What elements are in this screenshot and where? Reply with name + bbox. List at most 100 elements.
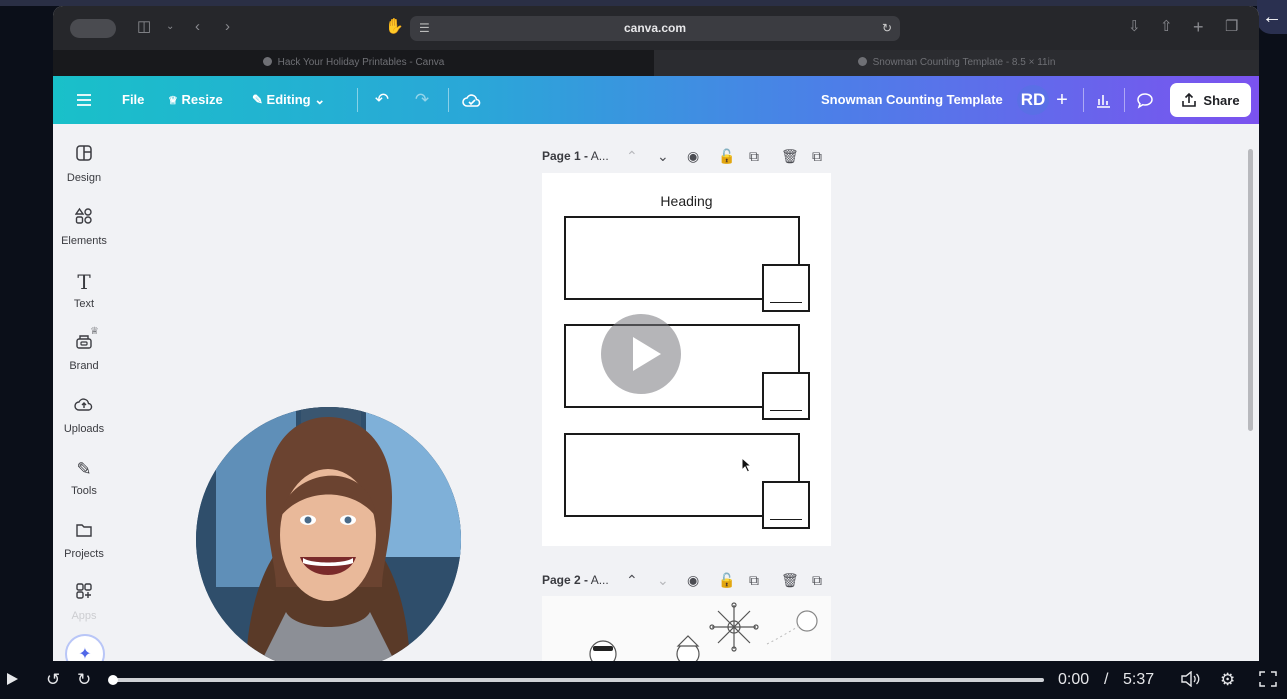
- new-tab-icon[interactable]: +: [1193, 17, 1204, 37]
- sidebar-item-text[interactable]: T Text: [53, 270, 115, 310]
- sidebar-item-label: Projects: [64, 548, 104, 560]
- design-icon: [53, 144, 115, 168]
- sidebar-item-design[interactable]: Design: [53, 144, 115, 184]
- pencil-icon: ✎: [252, 92, 263, 107]
- rewind-icon[interactable]: ↺: [46, 661, 60, 699]
- page-1-canvas[interactable]: Heading: [542, 173, 831, 546]
- sidebar-item-label: Text: [73, 298, 95, 310]
- divider: [1083, 88, 1084, 112]
- share-label: Share: [1203, 92, 1240, 108]
- answer-box[interactable]: [762, 481, 810, 529]
- hide-page-icon[interactable]: ◉: [687, 569, 699, 591]
- address-bar[interactable]: ☰ canva.com ↻: [410, 16, 900, 41]
- heading-text[interactable]: Heading: [542, 193, 831, 209]
- menu-icon[interactable]: [70, 86, 98, 114]
- volume-icon[interactable]: [1180, 661, 1200, 699]
- reload-icon[interactable]: ↻: [882, 16, 892, 41]
- editor-toolbar: File ♕ Resize ✎ Editing ⌄ ↶ ↷ Snowman Co…: [53, 76, 1259, 124]
- design-title[interactable]: Snowman Counting Template: [821, 76, 1003, 124]
- back-icon[interactable]: ‹: [195, 17, 200, 37]
- forward-icon[interactable]: ›: [225, 17, 230, 37]
- download-icon[interactable]: ⇩: [1128, 17, 1141, 37]
- add-page-icon[interactable]: ⧉: [812, 569, 822, 591]
- settings-icon[interactable]: ⚙: [1220, 661, 1235, 699]
- chevron-down-icon[interactable]: ⌄: [166, 17, 174, 37]
- fullscreen-icon[interactable]: [1259, 661, 1277, 699]
- window-controls[interactable]: [70, 19, 116, 38]
- page-title[interactable]: A...: [591, 573, 609, 587]
- fast-forward-icon[interactable]: ↻: [77, 661, 91, 699]
- delete-icon[interactable]: 🗑: [781, 569, 799, 591]
- apps-icon: [53, 582, 115, 606]
- snowman-illustrations: [589, 602, 818, 661]
- undo-icon[interactable]: ↶: [368, 86, 396, 114]
- duplicate-icon[interactable]: ⧉: [749, 569, 759, 591]
- page-2-header: Page 2 - A... ⌃ ⌄ ◉ 🔓 ⧉ 🗑 ⧉: [542, 569, 832, 591]
- page-label[interactable]: Page 2 -: [542, 573, 588, 587]
- sidebar-item-label: Design: [66, 172, 102, 184]
- delete-icon[interactable]: 🗑: [781, 145, 799, 167]
- text-icon: T: [77, 270, 91, 294]
- play-icon[interactable]: [4, 661, 20, 699]
- play-overlay-icon[interactable]: [601, 314, 681, 394]
- answer-box[interactable]: [762, 264, 810, 312]
- insights-icon[interactable]: [1089, 86, 1117, 114]
- resize-button[interactable]: ♕ Resize: [168, 76, 223, 124]
- extension-icon[interactable]: ✋: [385, 17, 404, 37]
- seek-bar[interactable]: [113, 678, 1044, 682]
- cloud-saved-icon[interactable]: [458, 86, 486, 114]
- back-arrow-icon[interactable]: ←: [1257, 0, 1287, 34]
- redo-icon[interactable]: ↷: [408, 86, 436, 114]
- move-up-icon[interactable]: ⌃: [626, 145, 638, 167]
- divider: [1124, 88, 1125, 112]
- answer-line: [770, 302, 802, 303]
- browser-tab-active[interactable]: Snowman Counting Template - 8.5 × 11in: [654, 50, 1259, 76]
- move-down-icon[interactable]: ⌄: [657, 569, 669, 591]
- tab-strip: Hack Your Holiday Printables - Canva Sno…: [53, 50, 1259, 76]
- time-separator: /: [1104, 671, 1109, 688]
- tools-icon: ✎: [76, 459, 92, 479]
- crown-icon: ♕: [168, 95, 178, 107]
- canvas-scrollbar[interactable]: [1248, 149, 1253, 431]
- add-page-icon[interactable]: ⧉: [812, 145, 822, 167]
- sidebar-item-label: Uploads: [63, 423, 105, 435]
- share-button[interactable]: Share: [1170, 83, 1251, 117]
- comment-icon[interactable]: [1131, 86, 1159, 114]
- sidebar-item-uploads[interactable]: Uploads: [53, 395, 115, 435]
- uploads-icon: [53, 395, 115, 419]
- sidebar-item-projects[interactable]: Projects: [53, 520, 115, 560]
- avatar[interactable]: RD: [1017, 85, 1049, 115]
- browser-tab[interactable]: Hack Your Holiday Printables - Canva: [53, 50, 654, 76]
- side-panel: Design Elements T Text ♕ Brand Uploads ✎…: [53, 124, 115, 661]
- page-title[interactable]: A...: [591, 149, 609, 163]
- reader-icon[interactable]: ☰: [419, 16, 430, 41]
- hide-page-icon[interactable]: ◉: [687, 145, 699, 167]
- sidebar-item-tools[interactable]: ✎ Tools: [53, 457, 115, 497]
- page-label[interactable]: Page 1 -: [542, 149, 588, 163]
- file-menu[interactable]: File: [122, 76, 144, 124]
- favicon-icon: [262, 57, 272, 66]
- answer-box[interactable]: [762, 372, 810, 420]
- sidebar-toggle-icon[interactable]: ◫: [137, 17, 151, 37]
- sidebar-item-apps[interactable]: Apps: [53, 582, 115, 622]
- webcam-overlay: [196, 407, 461, 672]
- lock-icon[interactable]: 🔓: [718, 569, 735, 591]
- duplicate-icon[interactable]: ⧉: [749, 145, 759, 167]
- share-icon: [1182, 92, 1197, 107]
- move-up-icon[interactable]: ⌃: [626, 569, 638, 591]
- sidebar-item-brand[interactable]: ♕ Brand: [53, 326, 115, 372]
- lock-icon[interactable]: 🔓: [718, 145, 735, 167]
- move-down-icon[interactable]: ⌄: [657, 145, 669, 167]
- editing-mode-dropdown[interactable]: ✎ Editing ⌄: [252, 76, 325, 124]
- magic-assistant-icon[interactable]: ✦: [65, 634, 105, 661]
- video-controls: ↺ ↻ 0:00 / 5:37 ⚙: [0, 661, 1287, 699]
- sidebar-item-elements[interactable]: Elements: [53, 207, 115, 247]
- current-time: 0:00: [1058, 671, 1090, 688]
- answer-line: [770, 519, 802, 520]
- seek-handle[interactable]: [108, 675, 118, 685]
- add-collaborator-icon[interactable]: +: [1048, 86, 1076, 114]
- page-2-canvas[interactable]: [542, 596, 831, 661]
- share-sheet-icon[interactable]: ⇧: [1160, 17, 1173, 37]
- tab-overview-icon[interactable]: ❐: [1225, 17, 1238, 37]
- page-1-header: Page 1 - A... ⌃ ⌄ ◉ 🔓 ⧉ 🗑 ⧉: [542, 145, 832, 167]
